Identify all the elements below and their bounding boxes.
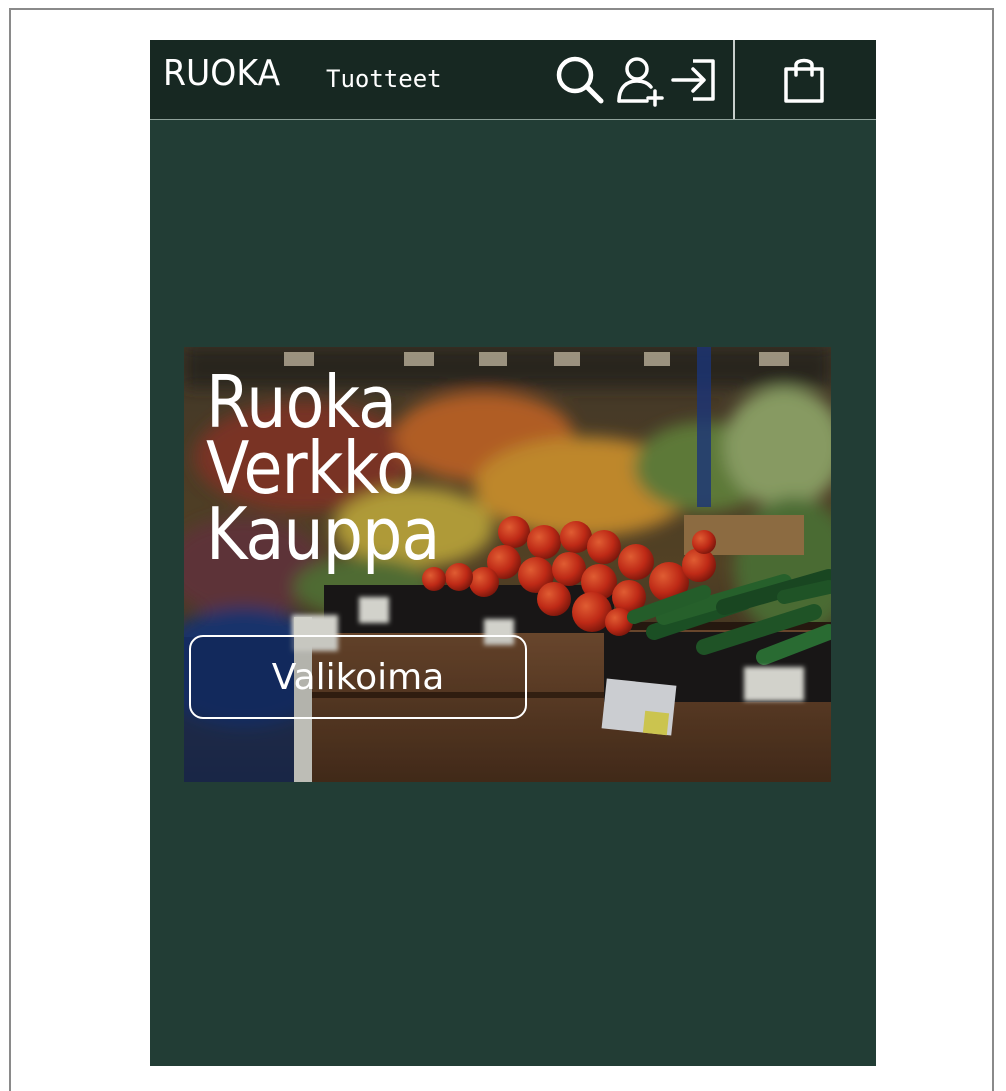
hero-title: Ruoka Verkko Kauppa (206, 366, 471, 576)
search-icon (556, 56, 604, 104)
nav-divider (733, 40, 735, 119)
hero-title-line-3: Kauppa (206, 492, 440, 576)
page-viewport: RUOKA Tuotteet Ruoka Verkko Kauppa Valik… (150, 40, 876, 1066)
register-button[interactable] (612, 52, 668, 108)
cart-button[interactable] (776, 52, 832, 108)
login-button[interactable] (668, 52, 724, 108)
nav-link-products[interactable]: Tuotteet (326, 64, 442, 94)
shopping-bag-icon (784, 58, 824, 103)
login-icon (671, 59, 715, 101)
add-user-icon (617, 57, 664, 107)
brand-logo[interactable]: RUOKA (163, 52, 280, 96)
selection-button[interactable]: Valikoima (189, 635, 527, 719)
search-button[interactable] (552, 52, 608, 108)
top-navbar: RUOKA Tuotteet (150, 40, 876, 120)
hero-banner: Ruoka Verkko Kauppa Valikoima (184, 347, 831, 782)
